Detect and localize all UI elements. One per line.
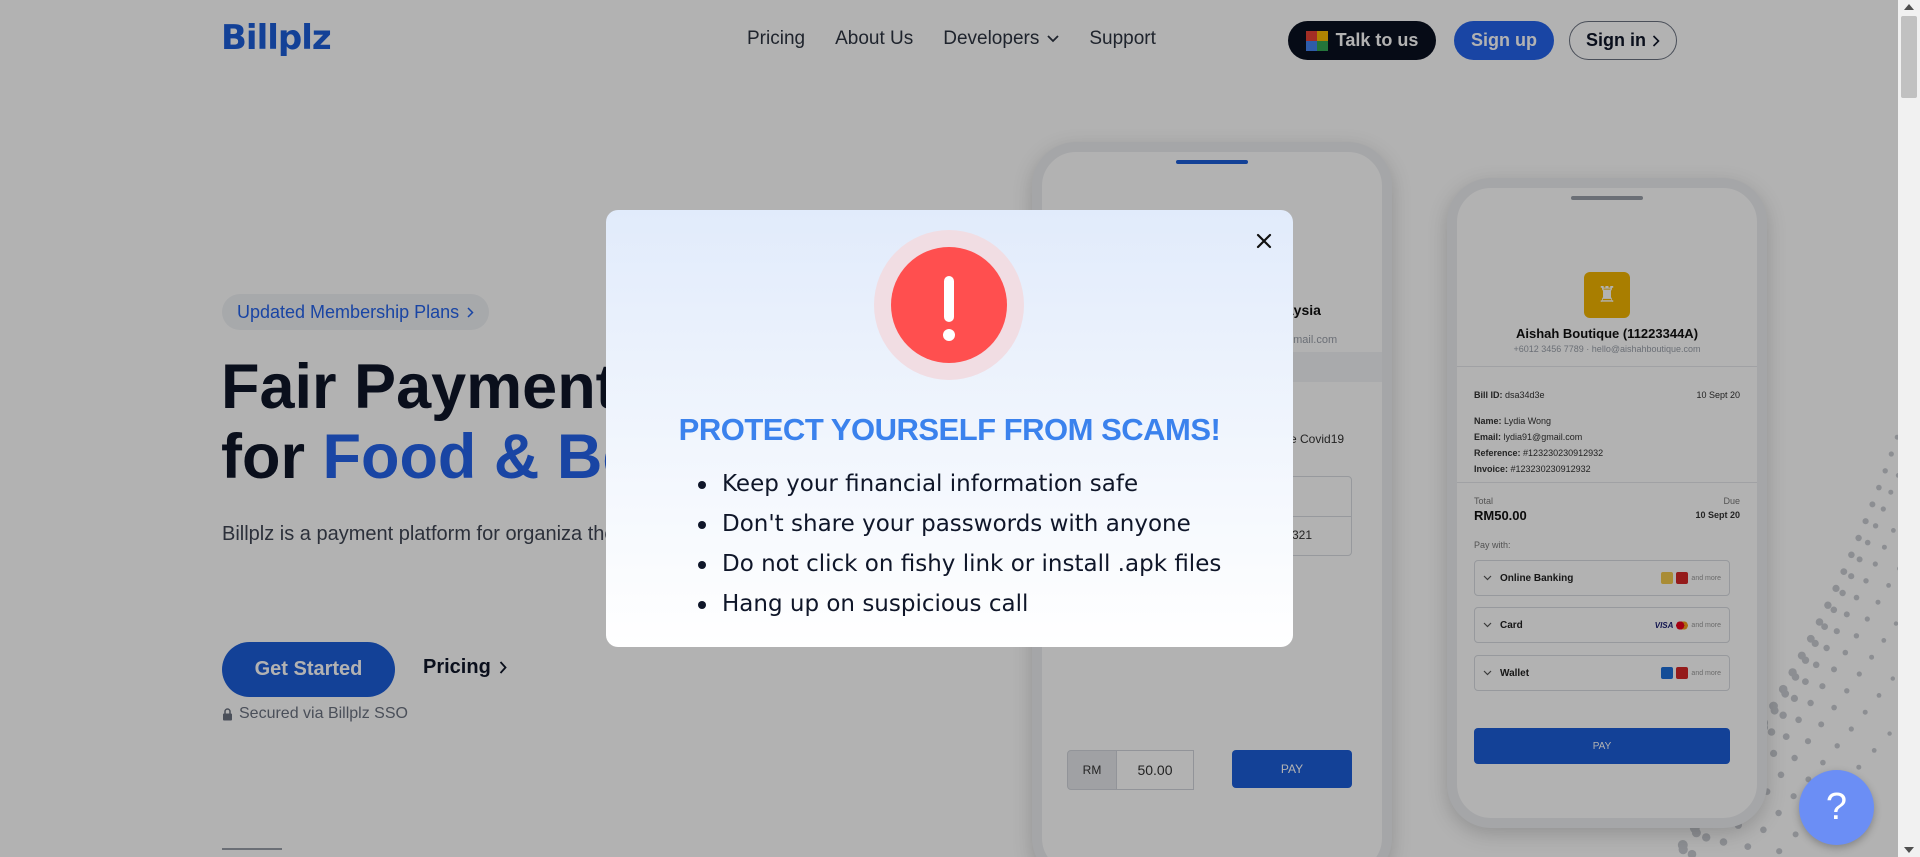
- close-icon[interactable]: [1251, 228, 1277, 254]
- list-item: Keep your financial information safe: [697, 464, 1221, 504]
- scroll-up-arrow-icon[interactable]: [1904, 4, 1914, 10]
- scam-tips-list: Keep your financial information safe Don…: [697, 464, 1221, 624]
- modal-title: PROTECT YOURSELF FROM SCAMS!: [678, 412, 1221, 447]
- scrollbar-thumb[interactable]: [1901, 16, 1917, 98]
- scroll-down-arrow-icon[interactable]: [1904, 847, 1914, 853]
- list-item: Hang up on suspicious call: [697, 584, 1221, 624]
- scam-warning-modal: PROTECT YOURSELF FROM SCAMS! Keep your f…: [606, 210, 1293, 647]
- help-button[interactable]: ?: [1799, 770, 1874, 845]
- exclamation-icon: [891, 247, 1007, 363]
- page-scrollbar[interactable]: [1898, 0, 1920, 857]
- list-item: Do not click on fishy link or install .a…: [697, 544, 1221, 584]
- alert-icon: [874, 230, 1024, 380]
- list-item: Don't share your passwords with anyone: [697, 504, 1221, 544]
